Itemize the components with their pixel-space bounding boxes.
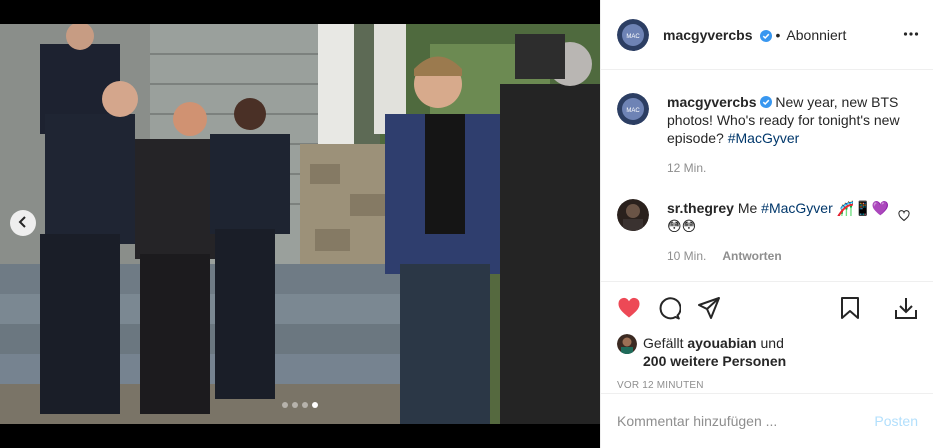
comment-body: sr.thegrey Me #MacGyver 🎢📱💜 😳😳 10 Min. A… [667, 199, 907, 265]
carousel-dot [282, 402, 288, 408]
comment-emojis-1: 🎢📱💜 [836, 200, 889, 216]
likes-user-link[interactable]: ayouabian [687, 335, 756, 351]
caption-text-1: New year, new BTS [775, 94, 899, 110]
likes-prefix: Gefällt [643, 335, 684, 351]
verified-badge-icon [759, 94, 772, 108]
username-link[interactable]: macgyvercbs [667, 94, 757, 110]
carousel-dot [292, 402, 298, 408]
verified-badge-icon [759, 29, 772, 42]
svg-text:MAC: MAC [626, 108, 640, 114]
avatar[interactable] [617, 334, 637, 354]
post-header: MAC macgyvercbs • Abonniert [601, 0, 933, 70]
comment-text: Me [737, 200, 758, 216]
post-timestamp[interactable]: VOR 12 MINUTEN [617, 380, 918, 391]
username-link[interactable]: macgyvercbs [663, 27, 753, 43]
add-comment-form: Posten [601, 393, 933, 448]
caption-text-3: episode? [667, 130, 724, 146]
likes-summary: Gefällt ayouabian und 200 weitere Person… [617, 334, 918, 370]
comment-item: sr.thegrey Me #MacGyver 🎢📱💜 😳😳 10 Min. A… [617, 199, 918, 265]
header-meta: macgyvercbs • Abonniert [663, 27, 846, 43]
post-photo[interactable] [0, 24, 600, 424]
post-media [0, 0, 600, 448]
post-comment-button[interactable]: Posten [874, 413, 918, 429]
carousel-dot [312, 402, 318, 408]
chevron-left-icon [17, 215, 29, 231]
separator-dot: • [775, 26, 781, 43]
post-side-panel: MAC macgyvercbs • Abonniert MAC macgyver… [600, 0, 933, 448]
username-link[interactable]: sr.thegrey [667, 200, 734, 216]
actions-section: Gefällt ayouabian und 200 weitere Person… [601, 281, 933, 393]
hashtag-link[interactable]: #MacGyver [761, 200, 833, 216]
share-icon[interactable] [697, 296, 721, 320]
comment-meta: 10 Min. Antworten [667, 247, 907, 265]
reply-button[interactable]: Antworten [722, 247, 781, 265]
action-icons [617, 292, 918, 324]
caption-body: macgyvercbs New year, new BTS photos! Wh… [667, 93, 907, 177]
heart-filled-icon[interactable] [617, 296, 641, 320]
comment-emojis-2: 😳😳 [667, 218, 697, 234]
comment-icon[interactable] [657, 296, 681, 320]
likes-text: Gefällt ayouabian und 200 weitere Person… [643, 334, 786, 370]
comment-input[interactable] [617, 413, 875, 429]
avatar[interactable]: MAC [617, 18, 649, 51]
caption-time: 12 Min. [667, 161, 707, 175]
follow-status-button[interactable]: Abonniert [786, 27, 846, 43]
comment-time: 10 Min. [667, 249, 707, 263]
likes-others-link[interactable]: 200 weitere Personen [643, 353, 786, 369]
download-icon[interactable] [894, 296, 918, 320]
heart-outline-icon[interactable] [898, 209, 910, 225]
caption-text-2: photos! Who's ready for tonight's new [667, 112, 900, 128]
comments-list: MAC macgyvercbs New year, new BTS photos… [601, 71, 933, 281]
caption-meta: 12 Min. [667, 159, 907, 177]
likes-connector: und [760, 335, 784, 351]
hashtag-link[interactable]: #MacGyver [728, 130, 800, 146]
carousel-prev-button[interactable] [10, 210, 36, 236]
avatar[interactable]: MAC [617, 93, 649, 125]
caption: MAC macgyvercbs New year, new BTS photos… [617, 93, 918, 177]
post-modal: MAC macgyvercbs • Abonniert MAC macgyver… [0, 0, 933, 448]
carousel-indicator [282, 402, 318, 408]
svg-text:MAC: MAC [626, 34, 640, 40]
action-icons-right [838, 296, 918, 320]
avatar[interactable] [617, 199, 649, 231]
bookmark-icon[interactable] [838, 296, 862, 320]
carousel-dot [302, 402, 308, 408]
more-horizontal-icon[interactable] [903, 26, 919, 45]
